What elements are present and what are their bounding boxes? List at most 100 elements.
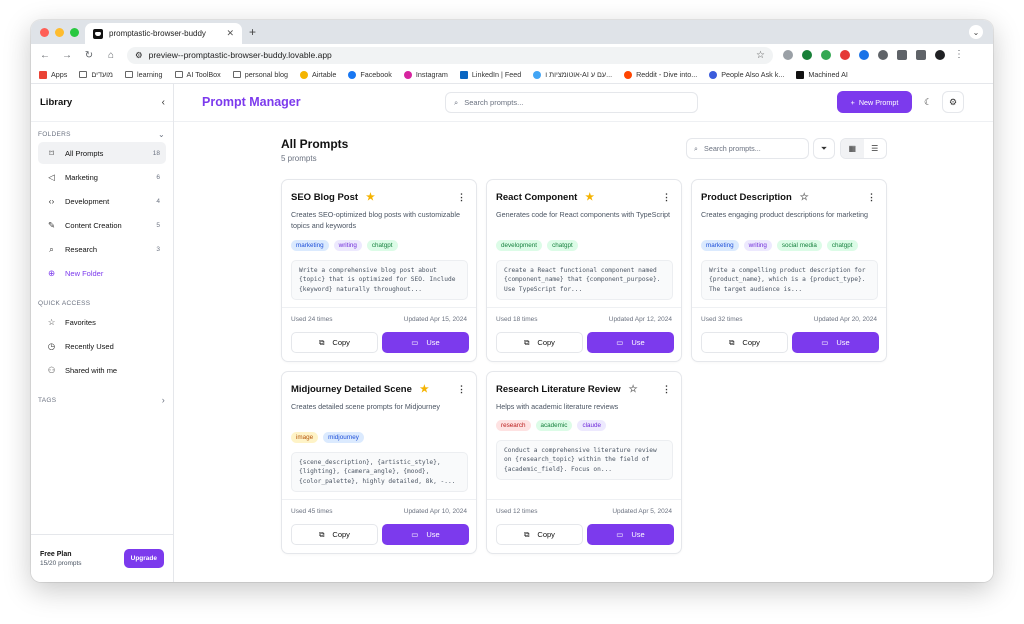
bookmark-folder[interactable]: learning [124,70,163,79]
bookmark-link[interactable]: Reddit - Dive into... [624,70,697,79]
browser-menu-icon[interactable]: ⋮ [954,50,964,60]
tag[interactable]: social media [776,240,822,251]
tags-section-toggle[interactable]: TAGS › [31,393,173,407]
tag[interactable]: chatgpt [547,240,578,251]
bookmark-link[interactable]: אוטומציות ו-AI עם ע... [533,70,612,79]
browser-tab[interactable]: promptastic-browser-buddy ✕ [85,23,242,44]
sidebar-item-development[interactable]: ‹› Development 4 [38,190,166,212]
copy-button[interactable]: ⧉ Copy [701,332,788,353]
bookmark-star-icon[interactable]: ☆ [756,50,765,61]
star-filled-icon[interactable]: ★ [585,192,594,203]
back-icon[interactable]: ← [39,50,51,61]
tag[interactable]: academic [535,420,573,431]
new-prompt-button[interactable]: + New Prompt [837,91,912,113]
bookmark-link[interactable]: Facebook [348,70,392,79]
bookmark-folder[interactable]: personal blog [232,70,288,79]
prompt-card[interactable]: Midjourney Detailed Scene ★ ⋮ Creates de… [281,371,477,554]
gear-extension-icon[interactable] [878,50,888,60]
download-extension-icon[interactable] [802,50,812,60]
more-options-icon[interactable]: ⋮ [457,384,466,395]
theme-toggle-moon-icon[interactable]: ☾ [919,93,937,111]
reload-icon[interactable]: ↻ [83,50,95,61]
red-extension-icon[interactable] [840,50,850,60]
minimize-window-button[interactable] [55,28,64,37]
folders-section-toggle[interactable]: FOLDERS ⌄ [31,127,173,141]
sidebar-item-all-prompts[interactable]: ⌑ All Prompts 18 [38,142,166,164]
more-options-icon[interactable]: ⋮ [662,384,671,395]
blue-extension-icon[interactable] [859,50,869,60]
new-folder-button[interactable]: ⊕ New Folder [38,262,166,284]
use-button[interactable]: ▭ Use [382,524,469,545]
use-button[interactable]: ▭ Use [382,332,469,353]
bookmark-link[interactable]: LinkedIn | Feed [459,70,521,79]
star-filled-icon[interactable]: ★ [366,192,375,203]
tag[interactable]: marketing [701,240,739,251]
copy-button[interactable]: ⧉ Copy [496,524,583,545]
bookmark-link[interactable]: Machined AI [796,70,848,79]
more-options-icon[interactable]: ⋮ [662,192,671,203]
copy-button[interactable]: ⧉ Copy [291,332,378,353]
star-outline-icon[interactable]: ☆ [800,192,809,203]
tag[interactable]: writing [743,240,772,251]
sidebar-item-marketing[interactable]: ◁ Marketing 6 [38,166,166,188]
avatar[interactable] [935,50,945,60]
tag[interactable]: midjourney [323,432,364,443]
bookmark-folder[interactable]: מועדים [79,70,113,79]
close-window-button[interactable] [40,28,49,37]
site-settings-icon[interactable]: ⚙ [135,50,143,61]
upgrade-button[interactable]: Upgrade [123,549,164,568]
tag[interactable]: research [496,420,531,431]
tag[interactable]: writing [333,240,362,251]
prompt-search-input[interactable]: ⌕ Search prompts... [686,138,809,159]
tag[interactable]: claude [577,420,607,431]
tag[interactable]: image [291,432,319,443]
star-outline-icon[interactable]: ☆ [629,384,638,395]
close-tab-icon[interactable]: ✕ [226,28,234,39]
copy-button[interactable]: ⧉ Copy [496,332,583,353]
search-placeholder: Search prompts... [704,144,761,153]
bookmark-apps[interactable]: Apps [39,70,67,79]
collapse-sidebar-icon[interactable]: ‹ [162,97,165,108]
puzzle-icon[interactable] [897,50,907,60]
forward-icon[interactable]: → [61,50,73,61]
tag[interactable]: chatgpt [366,240,398,251]
green-extension-icon[interactable] [821,50,831,60]
list-view-icon[interactable]: ☰ [864,139,887,158]
use-button[interactable]: ▭ Use [792,332,879,353]
url-text: preview--promptastic-browser-buddy.lovab… [148,50,332,60]
camera-extension-icon[interactable] [783,50,793,60]
more-options-icon[interactable]: ⋮ [457,192,466,203]
sidebar-item-shared-with-me[interactable]: ⚇ Shared with me [38,359,166,381]
new-prompt-label: New Prompt [858,97,899,107]
use-button[interactable]: ▭ Use [587,524,674,545]
maximize-window-button[interactable] [70,28,79,37]
use-button[interactable]: ▭ Use [587,332,674,353]
bookmark-link[interactable]: Instagram [403,70,448,79]
new-tab-icon[interactable]: + [249,25,256,39]
filter-icon[interactable]: ⏷ [813,138,835,159]
prompt-card[interactable]: React Component ★ ⋮ Generates code for R… [486,179,682,362]
star-filled-icon[interactable]: ★ [420,384,429,395]
settings-gear-icon[interactable]: ⚙ [942,91,964,113]
address-bar[interactable]: ⚙ preview--promptastic-browser-buddy.lov… [127,46,773,64]
bookmark-link[interactable]: People Also Ask k... [709,70,784,79]
sidebar-item-content-creation[interactable]: ✎ Content Creation 5 [38,214,166,236]
tab-search-icon[interactable]: ⌄ [969,25,983,39]
tag[interactable]: development [496,240,543,251]
prompt-card[interactable]: Research Literature Review ☆ ⋮ Helps wit… [486,371,682,554]
tag[interactable]: chatgpt [826,240,858,251]
grid-view-icon[interactable]: ▦ [841,139,864,158]
tag[interactable]: marketing [291,240,329,251]
home-icon[interactable]: ⌂ [105,50,117,61]
bookmark-folder[interactable]: AI ToolBox [174,70,221,79]
prompt-card[interactable]: SEO Blog Post ★ ⋮ Creates SEO-optimized … [281,179,477,362]
copy-button[interactable]: ⧉ Copy [291,524,378,545]
more-options-icon[interactable]: ⋮ [867,192,876,203]
sidebar-item-favorites[interactable]: ☆ Favorites [38,311,166,333]
media-icon[interactable] [916,50,926,60]
sidebar-item-research[interactable]: ⌕ Research 3 [38,238,166,260]
global-search-input[interactable]: ⌕ Search prompts... [445,92,698,113]
bookmark-link[interactable]: Airtable [299,70,336,79]
sidebar-item-recently-used[interactable]: ◷ Recently Used [38,335,166,357]
prompt-card[interactable]: Product Description ☆ ⋮ Creates engaging… [691,179,887,362]
